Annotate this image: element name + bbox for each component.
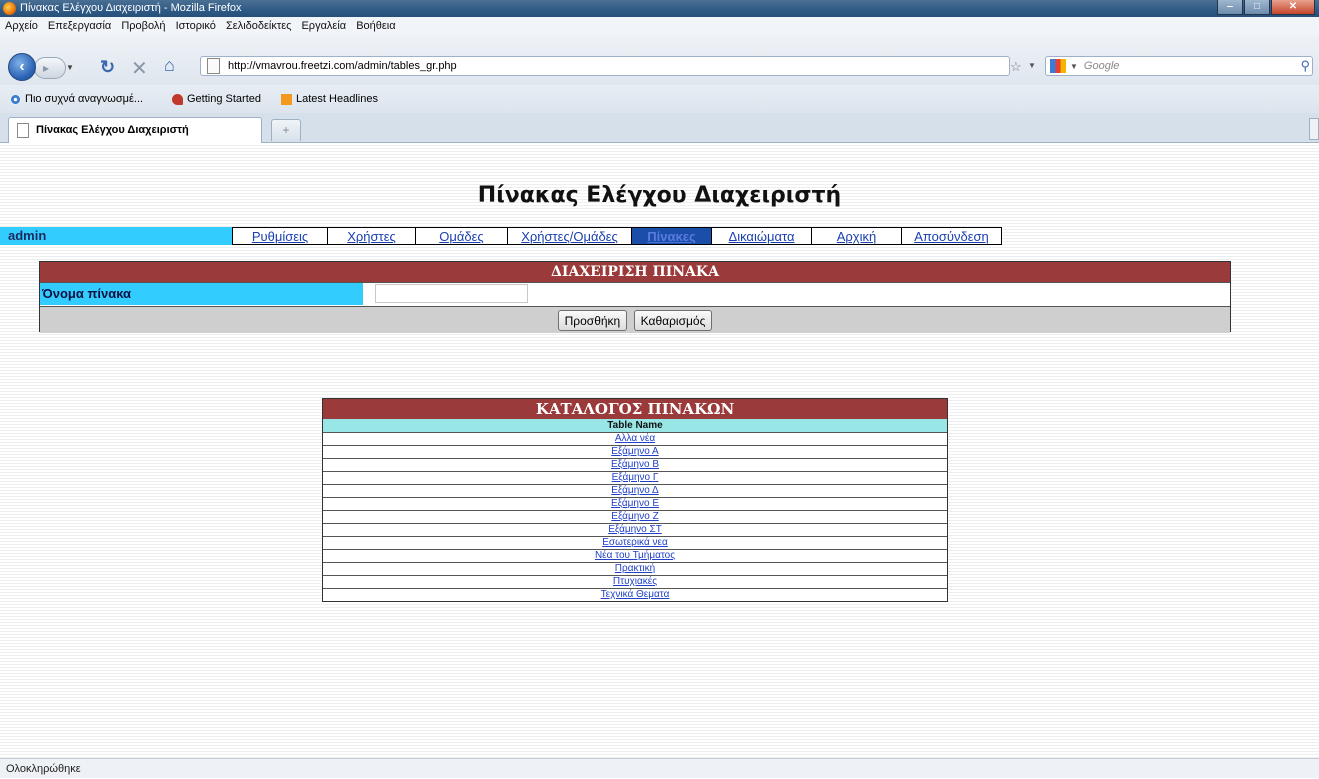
menu-edit[interactable]: Επεξεργασία xyxy=(48,17,111,35)
table-row: Εξάμηνο Δ xyxy=(323,485,947,498)
admin-label: admin xyxy=(0,227,232,245)
table-row: Πτυχιακές xyxy=(323,576,947,589)
firefox-icon xyxy=(172,93,183,105)
table-row: Τεχνικά Θεματα xyxy=(323,589,947,601)
table-link[interactable]: Εξάμηνο Ε xyxy=(611,498,659,509)
maximize-button[interactable]: □ xyxy=(1244,0,1270,15)
page-icon xyxy=(207,58,220,75)
firefox-icon xyxy=(3,2,16,15)
table-row: Εξάμηνο Ε xyxy=(323,498,947,511)
close-window-button[interactable]: ✕ xyxy=(1271,0,1315,15)
menu-bookmarks[interactable]: Σελιδοδείκτες xyxy=(226,17,291,35)
menu-help[interactable]: Βοήθεια xyxy=(356,17,395,35)
table-link[interactable]: Πτυχιακές xyxy=(613,576,657,587)
reload-icon[interactable]: ↻ xyxy=(100,57,115,78)
stop-icon[interactable]: ✕ xyxy=(131,56,148,81)
table-row: Πρακτική xyxy=(323,563,947,576)
bookmark-star-icon[interactable]: ☆ xyxy=(1010,59,1022,75)
table-link[interactable]: Τεχνικά Θεματα xyxy=(601,589,670,600)
back-button[interactable]: ‹ xyxy=(8,53,36,81)
tab-bar: Πίνακας Ελέγχου Διαχειριστή + xyxy=(0,113,1319,143)
page-icon xyxy=(17,122,29,138)
page-content: Πίνακας Ελέγχου Διαχειριστή admin Ρυθμίσ… xyxy=(0,143,1319,758)
table-link[interactable]: Εξάμηνο ΣΤ xyxy=(608,524,662,535)
url-dropdown-icon[interactable]: ▼ xyxy=(1028,61,1036,70)
table-row: Νέα του Τμήματος xyxy=(323,550,947,563)
navigation-toolbar: ▸ ‹ ▼ ↻ ✕ ⌂ http://vmavrou.freetzi.com/a… xyxy=(0,35,1319,85)
menu-tools[interactable]: Εργαλεία xyxy=(301,17,346,35)
table-name-row: Όνομα πίνακα xyxy=(40,283,1230,307)
table-link[interactable]: Αλλα νέα xyxy=(615,433,655,444)
column-header-table-name: Table Name xyxy=(323,419,947,433)
table-link[interactable]: Εξάμηνο Ζ xyxy=(611,511,658,522)
menu-users[interactable]: Χρήστες xyxy=(328,227,416,245)
table-link[interactable]: Εξάμηνο Γ xyxy=(612,472,659,483)
menu-logout[interactable]: Αποσύνδεση xyxy=(902,227,1002,245)
table-link[interactable]: Εσωτερικά νεα xyxy=(602,537,668,548)
table-name-label: Όνομα πίνακα xyxy=(40,283,363,305)
tab-scroll-button[interactable] xyxy=(1309,118,1319,140)
table-row: Εσωτερικά νεα xyxy=(323,537,947,550)
catalog-header: ΚΑΤΑΛΟΓΟΣ ΠΙΝΑΚΩΝ xyxy=(323,399,947,419)
table-link[interactable]: Εξάμηνο Α xyxy=(611,446,658,457)
url-text: http://vmavrou.freetzi.com/admin/tables_… xyxy=(228,60,457,72)
rss-icon xyxy=(281,93,292,105)
forward-button[interactable]: ▸ xyxy=(34,57,66,79)
menu-settings[interactable]: Ρυθμίσεις xyxy=(232,227,328,245)
most-visited-icon xyxy=(10,93,21,105)
minimize-button[interactable]: ‒ xyxy=(1217,0,1243,15)
menu-history[interactable]: Ιστορικό xyxy=(176,17,216,35)
admin-menu: admin Ρυθμίσεις Χρήστες Ομάδες Χρήστες/Ο… xyxy=(0,227,1002,245)
menu-home[interactable]: Αρχική xyxy=(812,227,902,245)
menu-tables[interactable]: Πίνακες xyxy=(632,227,712,245)
add-button[interactable]: Προσθήκη xyxy=(557,310,628,331)
menu-bar: Αρχείο Επεξεργασία Προβολή Ιστορικό Σελι… xyxy=(0,17,1319,35)
table-row: Εξάμηνο Α xyxy=(323,446,947,459)
status-bar: Ολοκληρώθηκε xyxy=(0,758,1319,778)
page-title: Πίνακας Ελέγχου Διαχειριστή xyxy=(477,183,842,208)
table-link[interactable]: Νέα του Τμήματος xyxy=(595,550,675,561)
search-placeholder: Google xyxy=(1083,60,1120,72)
table-row: Αλλα νέα xyxy=(323,433,947,446)
clear-button[interactable]: Καθαρισμός xyxy=(633,310,713,331)
table-row: Εξάμηνο ΣΤ xyxy=(323,524,947,537)
table-link[interactable]: Εξάμηνο Β xyxy=(611,459,659,470)
window-titlebar: Πίνακας Ελέγχου Διαχειριστή - Mozilla Fi… xyxy=(0,0,1319,17)
menu-groups[interactable]: Ομάδες xyxy=(416,227,508,245)
tab-admin-panel[interactable]: Πίνακας Ελέγχου Διαχειριστή xyxy=(8,117,262,143)
status-text: Ολοκληρώθηκε xyxy=(6,763,81,775)
menu-file[interactable]: Αρχείο xyxy=(5,17,38,35)
menu-users-groups[interactable]: Χρήστες/Ομάδες xyxy=(508,227,632,245)
table-row: Εξάμηνο Ζ xyxy=(323,511,947,524)
home-icon[interactable]: ⌂ xyxy=(164,55,175,76)
management-header: ΔΙΑΧΕΙΡΙΣΗ ΠΙΝΑΚΑ xyxy=(40,262,1230,283)
search-box[interactable]: ▼ Google ⚲ xyxy=(1045,56,1313,76)
menu-permissions[interactable]: Δικαιώματα xyxy=(712,227,812,245)
table-management-form: ΔΙΑΧΕΙΡΙΣΗ ΠΙΝΑΚΑ Όνομα πίνακα Προσθήκη … xyxy=(39,261,1231,333)
bookmark-getting-started[interactable]: Getting Started xyxy=(172,93,261,105)
search-icon[interactable]: ⚲ xyxy=(1300,57,1310,75)
table-name-input[interactable] xyxy=(375,284,528,303)
table-row: Εξάμηνο Β xyxy=(323,459,947,472)
tables-catalog: ΚΑΤΑΛΟΓΟΣ ΠΙΝΑΚΩΝ Table Name Αλλα νέα Εξ… xyxy=(322,398,948,602)
search-engine-dropdown-icon[interactable]: ▼ xyxy=(1070,62,1078,71)
bookmark-most-visited[interactable]: Πιο συχνά αναγνωσμέ... xyxy=(10,93,143,105)
table-row: Εξάμηνο Γ xyxy=(323,472,947,485)
google-icon[interactable] xyxy=(1050,59,1066,73)
new-tab-button[interactable]: + xyxy=(271,119,301,141)
menu-view[interactable]: Προβολή xyxy=(121,17,165,35)
url-bar[interactable]: http://vmavrou.freetzi.com/admin/tables_… xyxy=(200,56,1010,76)
bookmark-latest-headlines[interactable]: Latest Headlines xyxy=(281,93,378,105)
form-buttons-row: Προσθήκη Καθαρισμός xyxy=(40,307,1230,333)
history-dropdown-icon[interactable]: ▼ xyxy=(66,63,74,72)
window-title: Πίνακας Ελέγχου Διαχειριστή - Mozilla Fi… xyxy=(20,2,242,14)
table-link[interactable]: Εξάμηνο Δ xyxy=(611,485,658,496)
table-link[interactable]: Πρακτική xyxy=(615,563,655,574)
bookmarks-toolbar: Πιο συχνά αναγνωσμέ... Getting Started L… xyxy=(0,85,1319,113)
